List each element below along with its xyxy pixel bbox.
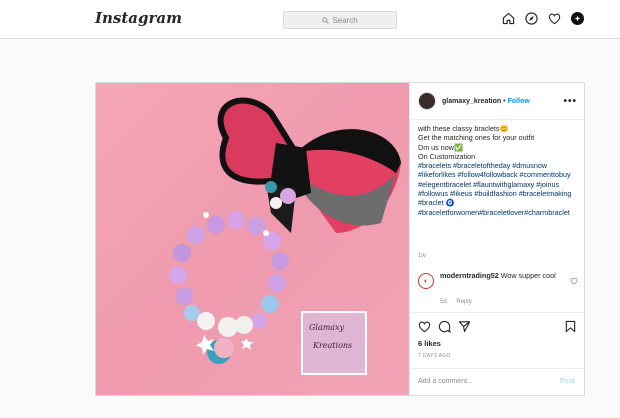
post-date: 7 DAYS AGO xyxy=(418,353,451,359)
instagram-logo[interactable]: Instagram xyxy=(95,9,182,27)
post-actions xyxy=(410,312,585,335)
caption-line-4: On Customization xyxy=(418,151,476,161)
post-photo[interactable]: Glamaxy Kreations xyxy=(96,83,409,395)
post-caption: with these classy braclets😊 Get the matc… xyxy=(418,119,578,217)
search-icon xyxy=(322,16,329,24)
reply-button[interactable]: Reply xyxy=(456,299,471,305)
caption-age: 1w xyxy=(418,253,426,259)
watermark-line2: Kreations xyxy=(313,341,353,350)
likes-count[interactable]: 6 likes xyxy=(418,339,441,348)
follow-button[interactable]: Follow xyxy=(508,98,530,105)
explore-icon[interactable] xyxy=(525,12,538,25)
caption-line-2: Get the matching ones for your outfit xyxy=(418,133,535,143)
comment-body: moderntrading52 Wow supper cool xyxy=(440,271,562,280)
bookmark-icon[interactable] xyxy=(564,320,577,333)
watermark-line1: Glamaxy xyxy=(309,323,345,332)
watermark-logo: Glamaxy Kreations xyxy=(301,311,367,375)
separator-dot: • xyxy=(503,97,506,105)
home-icon[interactable] xyxy=(502,12,515,25)
add-comment-input[interactable]: Add a comment... xyxy=(418,378,473,385)
search-placeholder: Search xyxy=(332,15,358,25)
author-avatar[interactable] xyxy=(418,92,436,110)
heart-icon[interactable] xyxy=(548,12,561,25)
more-options-icon[interactable]: ••• xyxy=(563,96,577,107)
caption-line-3: Dm us now✅ xyxy=(418,142,463,152)
share-icon[interactable] xyxy=(458,320,471,333)
caption-line-1: with these classy braclets😊 xyxy=(418,124,509,133)
post-sidebar: glamaxy_kreation • Follow ••• with these… xyxy=(409,83,585,395)
comment-like-icon[interactable] xyxy=(570,277,578,285)
comment-meta: 5d Reply xyxy=(440,299,480,305)
add-comment-bar: Add a comment... Post xyxy=(410,368,585,396)
top-navigation-bar: Instagram Search xyxy=(0,0,620,39)
post-comment-button[interactable]: Post xyxy=(560,378,575,385)
post-header: glamaxy_kreation • Follow ••• xyxy=(410,83,585,120)
comment-text: Wow supper cool xyxy=(500,271,556,280)
author-username[interactable]: glamaxy_kreation xyxy=(442,98,501,105)
caption-hashtags[interactable]: #bracelets #braceletoftheday #dmusnow #l… xyxy=(418,161,578,217)
like-icon[interactable] xyxy=(418,320,431,333)
commenter-avatar[interactable]: ◐ xyxy=(418,273,434,289)
post-card: Glamaxy Kreations glamaxy_kreation • Fol… xyxy=(95,82,585,396)
search-input[interactable]: Search xyxy=(283,11,397,29)
profile-avatar[interactable] xyxy=(571,12,584,25)
comment-age: 5d xyxy=(440,299,447,305)
commenter-username[interactable]: moderntrading52 xyxy=(440,271,499,280)
comment-icon[interactable] xyxy=(438,320,451,333)
